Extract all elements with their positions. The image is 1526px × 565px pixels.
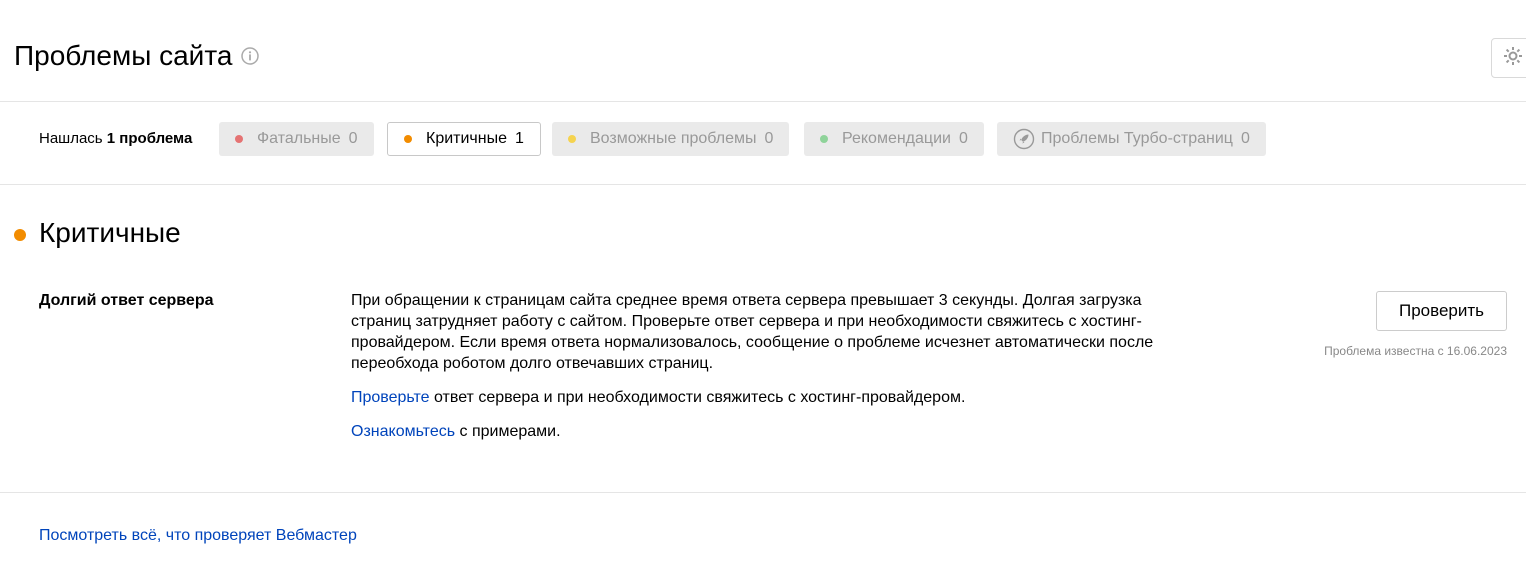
- chip-critical-dot: [404, 135, 412, 143]
- found-summary: Нашлась 1 проблема: [39, 130, 192, 148]
- chip-possible-count: 0: [764, 130, 774, 147]
- issue-hint-1-text: ответ сервера и при необходимости свяжит…: [429, 389, 966, 406]
- issue-hint-2: Ознакомьтесь с примерами.: [351, 421, 1171, 442]
- chip-fatal-label: Фатальные: [257, 130, 341, 147]
- settings-button[interactable]: [1491, 38, 1526, 78]
- divider: [0, 492, 1526, 493]
- chip-recommendations-label: Рекомендации: [842, 130, 951, 147]
- section-heading: Критичные: [14, 213, 181, 253]
- gear-icon: [1502, 45, 1524, 72]
- check-server-link[interactable]: Проверьте: [351, 389, 430, 406]
- chip-turbo-label: Проблемы Турбо-страниц: [1041, 130, 1233, 147]
- found-count: 1 проблема: [106, 130, 193, 147]
- section-title: Критичные: [39, 217, 181, 248]
- chip-possible-dot: [568, 135, 576, 143]
- known-since: Проблема известна с 16.06.2023: [1324, 344, 1507, 358]
- found-prefix: Нашлась: [39, 130, 103, 147]
- chip-fatal[interactable]: Фатальные 0: [219, 122, 374, 156]
- examples-link[interactable]: Ознакомьтесь: [351, 423, 455, 440]
- chip-critical[interactable]: Критичные 1: [387, 122, 541, 156]
- chip-recommendations[interactable]: Рекомендации 0: [804, 122, 984, 156]
- filter-bar: Нашлась 1 проблема Фатальные 0 Критичные…: [0, 102, 1526, 185]
- chip-fatal-count: 0: [348, 130, 358, 147]
- issue-description: При обращении к страницам сайта среднее …: [351, 290, 1171, 455]
- chip-fatal-dot: [235, 135, 243, 143]
- info-icon[interactable]: [240, 46, 260, 66]
- chip-possible-label: Возможные проблемы: [590, 130, 757, 147]
- chip-turbo-count: 0: [1240, 130, 1250, 147]
- chip-recommendations-dot: [820, 135, 828, 143]
- critical-bullet: [14, 229, 26, 241]
- issue-hint-2-text: с примерами.: [455, 423, 561, 440]
- issue-description-text: При обращении к страницам сайта среднее …: [351, 292, 1154, 372]
- chip-recommendations-count: 0: [958, 130, 968, 147]
- chip-possible[interactable]: Возможные проблемы 0: [552, 122, 790, 156]
- issue-name: Долгий ответ сервера: [39, 292, 214, 309]
- page-title: Проблемы сайта: [14, 40, 233, 71]
- chip-critical-count: 1: [515, 130, 524, 147]
- view-all-checks-link[interactable]: Посмотреть всё, что проверяет Вебмастер: [39, 526, 357, 546]
- page-title-wrap: Проблемы сайта: [14, 38, 260, 74]
- chip-turbo[interactable]: Проблемы Турбо-страниц 0: [997, 122, 1266, 156]
- issue-hint-1: Проверьте ответ сервера и при необходимо…: [351, 387, 1171, 408]
- rocket-icon: [1013, 128, 1035, 150]
- chip-critical-label: Критичные: [426, 130, 507, 147]
- check-button[interactable]: Проверить: [1376, 291, 1507, 331]
- page-header: Проблемы сайта: [0, 0, 1526, 102]
